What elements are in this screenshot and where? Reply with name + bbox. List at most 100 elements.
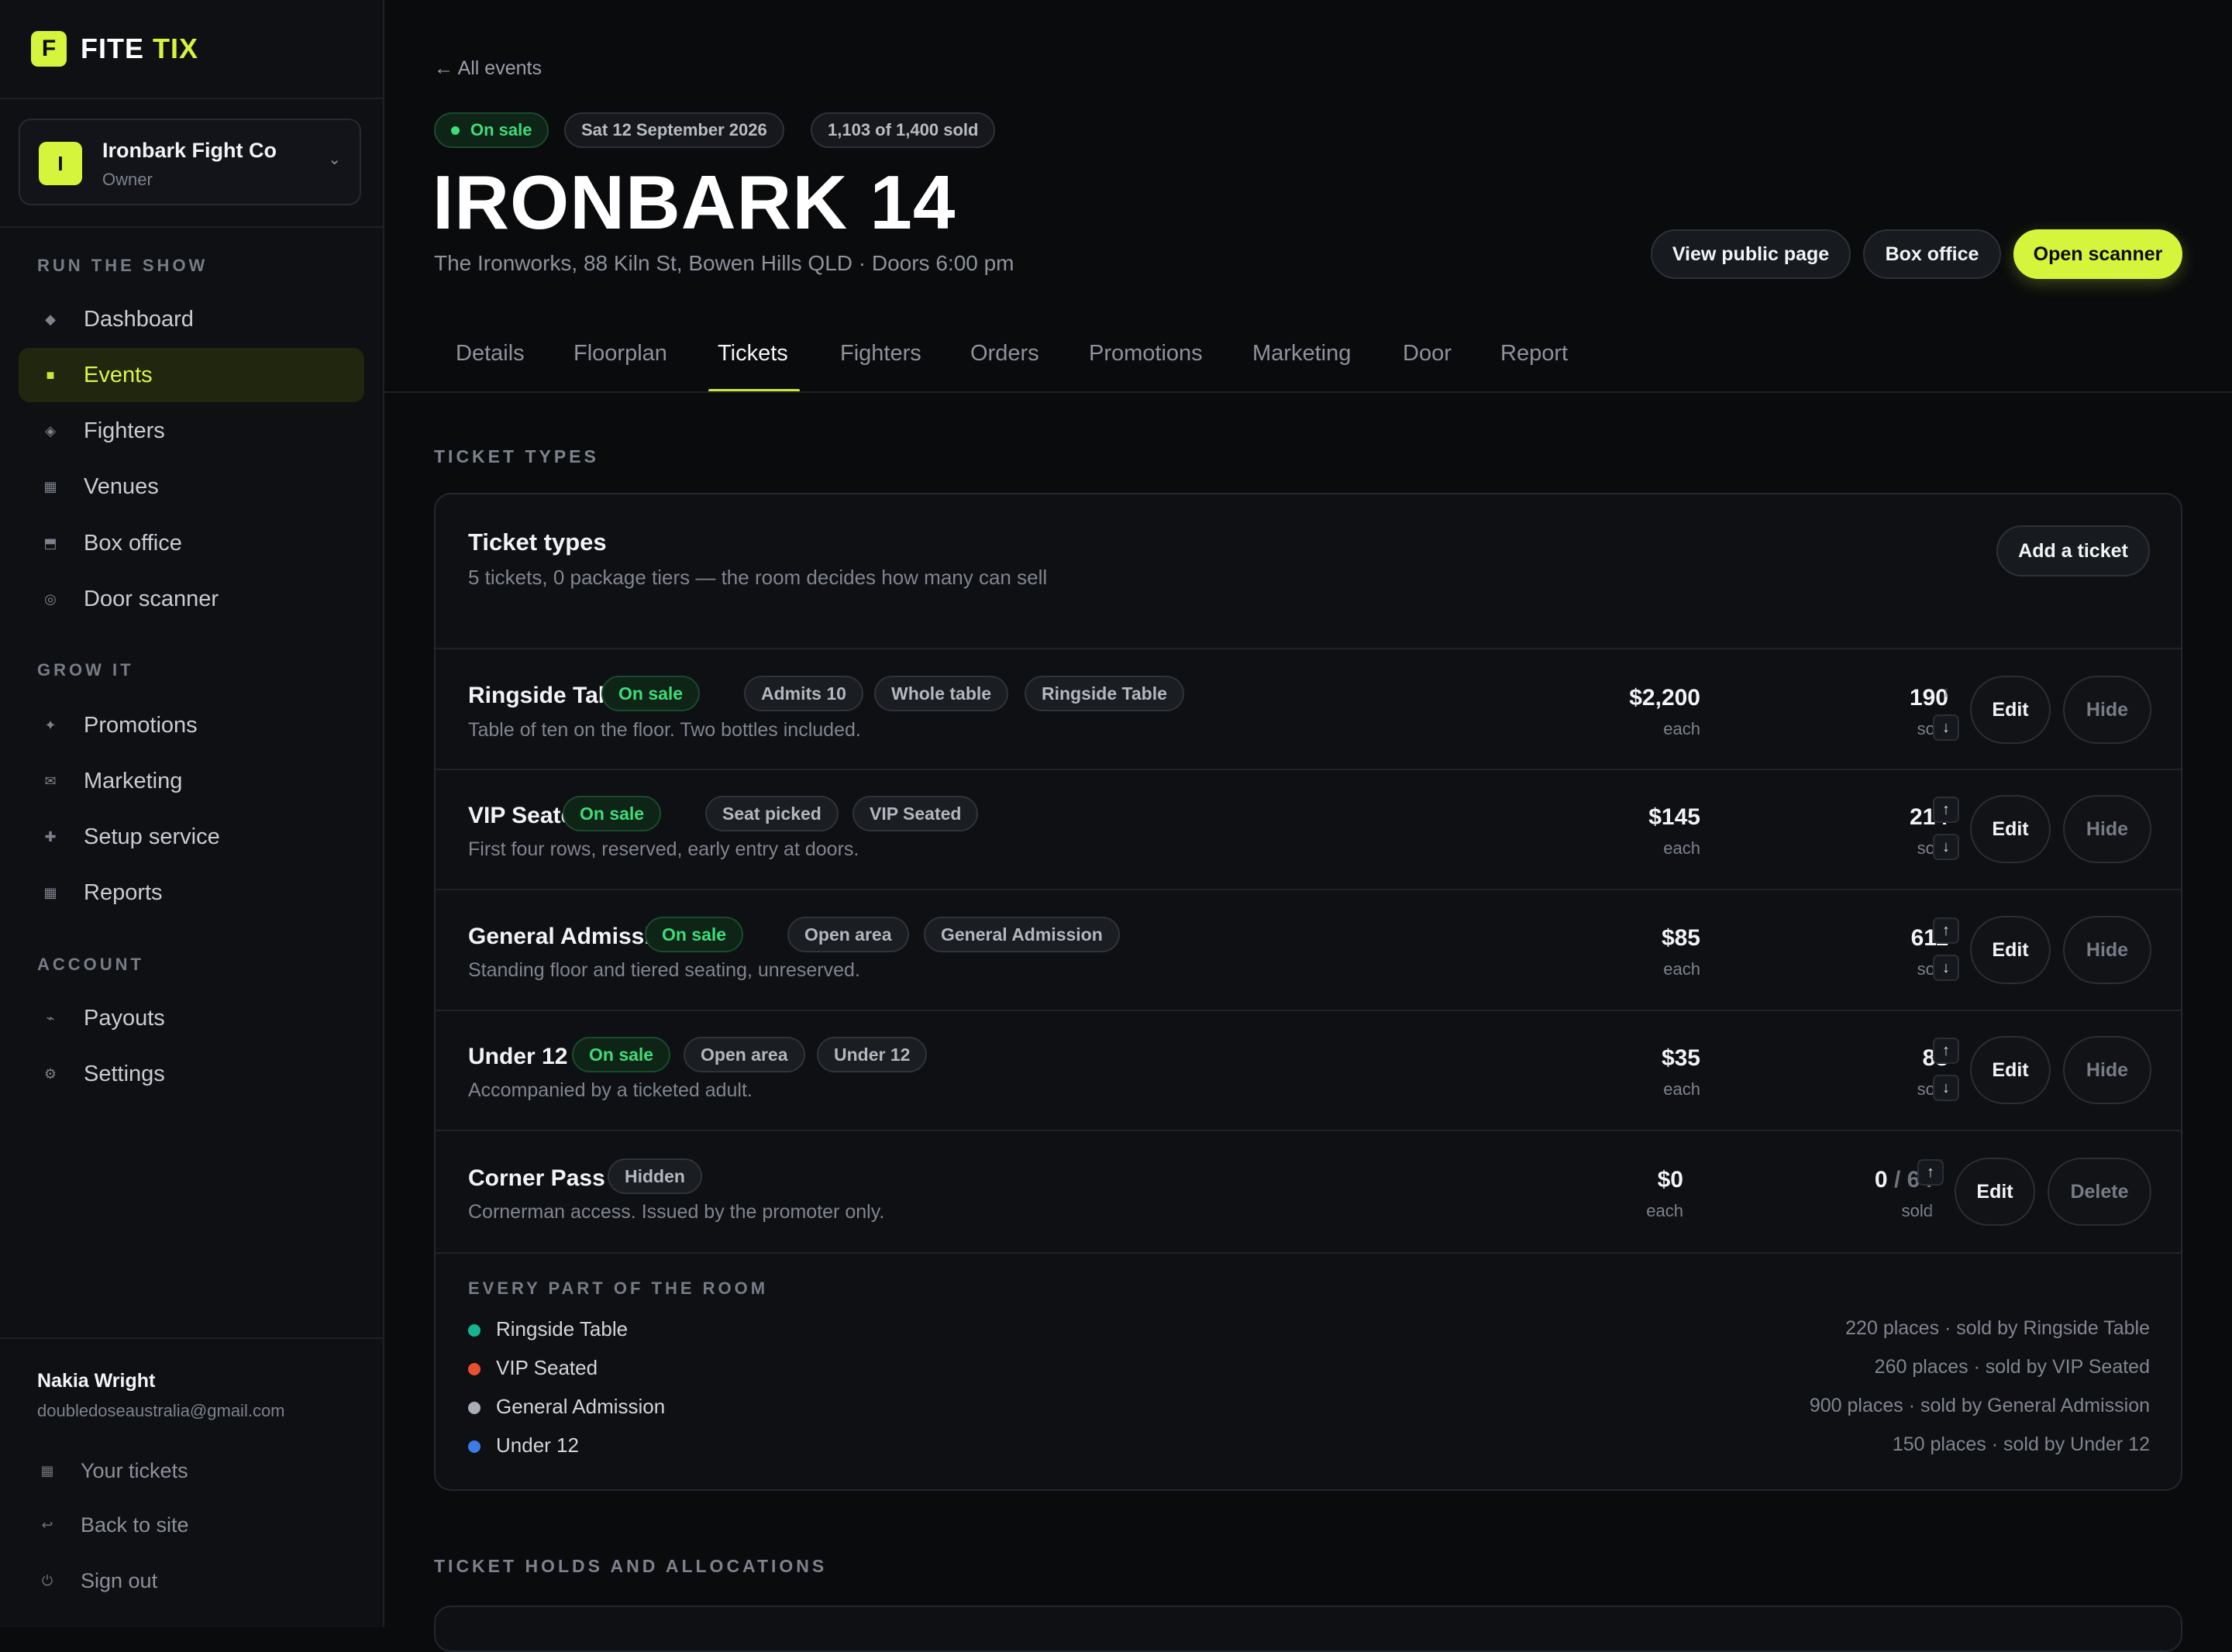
color-dot-icon	[468, 1402, 480, 1414]
sidebar-item-box-office[interactable]: ⬒ Box office	[19, 516, 364, 570]
status-badge: Hidden	[608, 1158, 702, 1194]
ticket-price: $35	[1661, 1045, 1700, 1071]
tab-report[interactable]: Report	[1500, 341, 1568, 367]
ticket-tag: Under 12	[817, 1037, 928, 1072]
sidebar-item-dashboard[interactable]: ◆ Dashboard	[19, 292, 364, 346]
tab-door[interactable]: Door	[1403, 341, 1452, 367]
brand-logo[interactable]: F FITE TIX	[31, 31, 198, 67]
ticket-tag: Seat picked	[705, 796, 839, 831]
ticket-tag: General Admission	[924, 917, 1120, 952]
sidebar-item-settings[interactable]: ⚙ Settings	[19, 1047, 364, 1101]
move-up-button[interactable]: ↑	[1933, 1038, 1959, 1064]
diamond-icon: ◆	[45, 311, 56, 327]
move-up-button[interactable]: ↑	[1933, 917, 1959, 944]
status-badge: On sale	[434, 112, 549, 148]
hide-button[interactable]: Hide	[2063, 676, 2151, 744]
table-row: Under 12 On sale Open area Under 12 Acco…	[436, 1010, 2181, 1132]
sidebar-item-venues[interactable]: ▦ Venues	[19, 459, 364, 514]
section-label-ticket-types: TICKET TYPES	[434, 446, 599, 466]
move-down-button[interactable]: ↓	[1933, 955, 1959, 981]
edit-button[interactable]: Edit	[1970, 916, 2051, 984]
sidebar-item-reports[interactable]: ▦ Reports	[19, 866, 364, 920]
sidebar-item-your-tickets[interactable]: ▦ Your tickets	[37, 1455, 188, 1486]
tab-promotions[interactable]: Promotions	[1089, 341, 1203, 367]
org-switcher[interactable]: I Ironbark Fight Co Owner ⌄	[19, 119, 361, 205]
room-part-name: Under 12	[496, 1433, 579, 1457]
edit-button[interactable]: Edit	[1955, 1158, 2035, 1226]
sidebar-item-label: Door scanner	[84, 586, 219, 611]
move-up-button[interactable]: ↑	[1933, 679, 1959, 705]
ticket-tag: Open area	[684, 1037, 805, 1072]
delete-button[interactable]: Delete	[2048, 1158, 2151, 1226]
edit-button[interactable]: Edit	[1970, 795, 2051, 863]
sidebar-item-promotions[interactable]: ✦ Promotions	[19, 698, 364, 752]
open-scanner-button[interactable]: Open scanner	[2013, 229, 2182, 279]
arrow-down-icon: ↓	[1942, 838, 1950, 855]
tab-marketing[interactable]: Marketing	[1252, 341, 1351, 367]
edit-button[interactable]: Edit	[1970, 1036, 2051, 1104]
ticket-description: Accompanied by a ticketed adult.	[468, 1079, 753, 1101]
arrow-down-icon: ↓	[1927, 1200, 1934, 1218]
tab-orders[interactable]: Orders	[970, 341, 1039, 367]
tab-divider	[383, 391, 2232, 393]
sidebar-item-label: Your tickets	[81, 1458, 188, 1482]
price-unit: each	[1663, 838, 1700, 858]
arrow-up-icon: ↑	[1942, 921, 1950, 939]
room-part-name: General Admission	[496, 1395, 666, 1418]
org-avatar: I	[39, 142, 82, 185]
hide-button[interactable]: Hide	[2063, 795, 2151, 863]
arrow-up-icon: ↑	[1942, 800, 1950, 818]
hide-button[interactable]: Hide	[2063, 1036, 2151, 1104]
ticket-price: $0	[1657, 1167, 1683, 1193]
tab-fighters[interactable]: Fighters	[840, 341, 921, 367]
sidebar-item-label: Setup service	[84, 824, 220, 849]
sidebar-item-marketing[interactable]: ✉ Marketing	[19, 754, 364, 808]
user-name: Nakia Wright	[37, 1370, 156, 1392]
org-role: Owner	[102, 170, 153, 189]
status-badge: On sale	[563, 796, 662, 831]
price-unit: each	[1663, 959, 1700, 979]
sidebar-item-sign-out[interactable]: ⏻ Sign out	[37, 1565, 157, 1596]
back-link[interactable]: ← All events	[434, 57, 542, 80]
edit-button[interactable]: Edit	[1970, 676, 2051, 744]
ticket-description: First four rows, reserved, early entry a…	[468, 838, 859, 860]
price-unit: each	[1646, 1201, 1683, 1220]
table-row: General Admission On sale Open area Gene…	[436, 889, 2181, 1011]
box-office-button[interactable]: Box office	[1863, 229, 2001, 279]
sidebar-item-label: Sign out	[81, 1568, 158, 1592]
move-down-button[interactable]: ↓	[1933, 714, 1959, 741]
tab-details[interactable]: Details	[456, 341, 525, 367]
arrow-down-icon: ↓	[1942, 1079, 1950, 1096]
arrow-up-icon: ↑	[1942, 1041, 1950, 1059]
sidebar-item-door-scanner[interactable]: ◎ Door scanner	[19, 572, 364, 626]
wave-icon: ⌁	[46, 1010, 55, 1026]
sidebar-item-label: Box office	[84, 530, 182, 556]
add-ticket-button[interactable]: Add a ticket	[1996, 525, 2150, 576]
sidebar-item-events[interactable]: ■ Events	[19, 348, 364, 402]
sidebar-item-fighters[interactable]: ◈ Fighters	[19, 404, 364, 458]
tab-tickets[interactable]: Tickets	[718, 341, 788, 367]
status-dot-icon	[451, 126, 460, 135]
sidebar-item-payouts[interactable]: ⌁ Payouts	[19, 991, 364, 1045]
move-up-button[interactable]: ↑	[1917, 1159, 1944, 1186]
view-public-page-button[interactable]: View public page	[1651, 229, 1851, 279]
move-down-button[interactable]: ↓	[1917, 1196, 1944, 1223]
sidebar-item-setup-service[interactable]: ✚ Setup service	[19, 810, 364, 864]
room-part: General Admission 900 places · sold by G…	[468, 1392, 2150, 1423]
room-part-meta: 220 places · sold by Ringside Table	[1845, 1317, 2150, 1339]
brand-name: FITE TIX	[81, 33, 199, 64]
move-up-button[interactable]: ↑	[1933, 797, 1959, 823]
move-down-button[interactable]: ↓	[1933, 1075, 1959, 1101]
sidebar-item-back-to-site[interactable]: ↩ Back to site	[37, 1509, 188, 1540]
move-down-button[interactable]: ↓	[1933, 834, 1959, 860]
hide-button[interactable]: Hide	[2063, 916, 2151, 984]
ticket-tag: Admits 10	[744, 676, 863, 711]
box-icon: ⬒	[43, 535, 57, 551]
room-part-meta: 260 places · sold by VIP Seated	[1874, 1356, 2150, 1378]
room-part-name: Ringside Table	[496, 1317, 629, 1341]
tab-floorplan[interactable]: Floorplan	[574, 341, 667, 367]
holds-card	[434, 1606, 2182, 1652]
arrow-up-icon: ↑	[1927, 1163, 1934, 1181]
room-part-meta: 900 places · sold by General Admission	[1809, 1395, 2150, 1416]
return-icon: ↩	[41, 1516, 53, 1533]
